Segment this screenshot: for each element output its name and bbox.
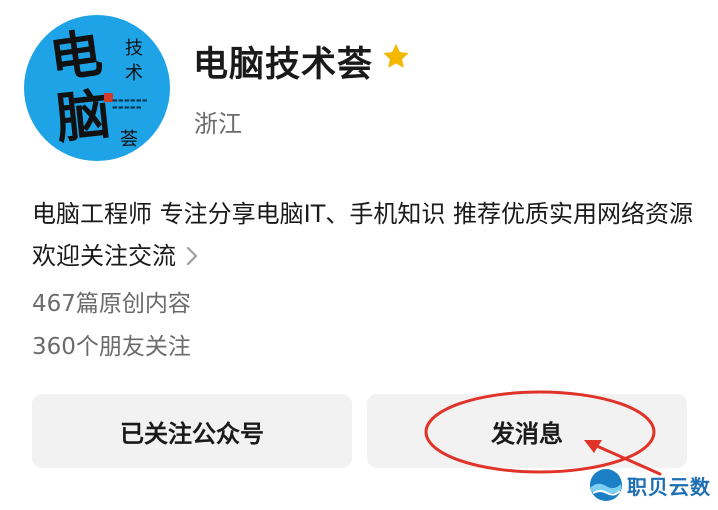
avatar-char: 电	[45, 22, 106, 91]
send-message-button[interactable]: 发消息	[367, 394, 687, 468]
avatar-small-print: ▬▬▬▬▬▬ ▬▬▬▬▬	[112, 97, 148, 111]
watermark: 职贝云数	[589, 467, 711, 503]
chevron-right-icon	[187, 247, 197, 265]
watermark-text: 职贝云数	[627, 474, 711, 499]
avatar-char: 技	[125, 38, 143, 59]
avatar-char: 荟	[120, 129, 138, 150]
followed-account-button[interactable]: 已关注公众号	[32, 394, 352, 468]
account-description-link[interactable]: 电脑工程师 专注分享电脑IT、手机知识 推荐优质实用网络资源 欢迎关注交流	[32, 193, 702, 277]
account-profile-page: 电 脑 技 术 荟 ▬▬▬▬▬▬ ▬▬▬▬▬ 电脑技术荟 浙江 电脑工程师 专注分…	[0, 0, 718, 510]
account-description: 电脑工程师 专注分享电脑IT、手机知识 推荐优质实用网络资源 欢迎关注交流	[32, 200, 693, 270]
star-icon	[383, 43, 409, 68]
friends-following-count[interactable]: 360个朋友关注	[32, 327, 191, 361]
avatar-char: 术	[125, 63, 143, 84]
original-article-count[interactable]: 467篇原创内容	[32, 284, 191, 318]
watermark-logo-icon	[590, 469, 622, 501]
account-region: 浙江	[194, 110, 242, 138]
account-name: 电脑技术荟	[193, 45, 374, 85]
avatar[interactable]: 电 脑 技 术 荟 ▬▬▬▬▬▬ ▬▬▬▬▬	[24, 15, 170, 161]
